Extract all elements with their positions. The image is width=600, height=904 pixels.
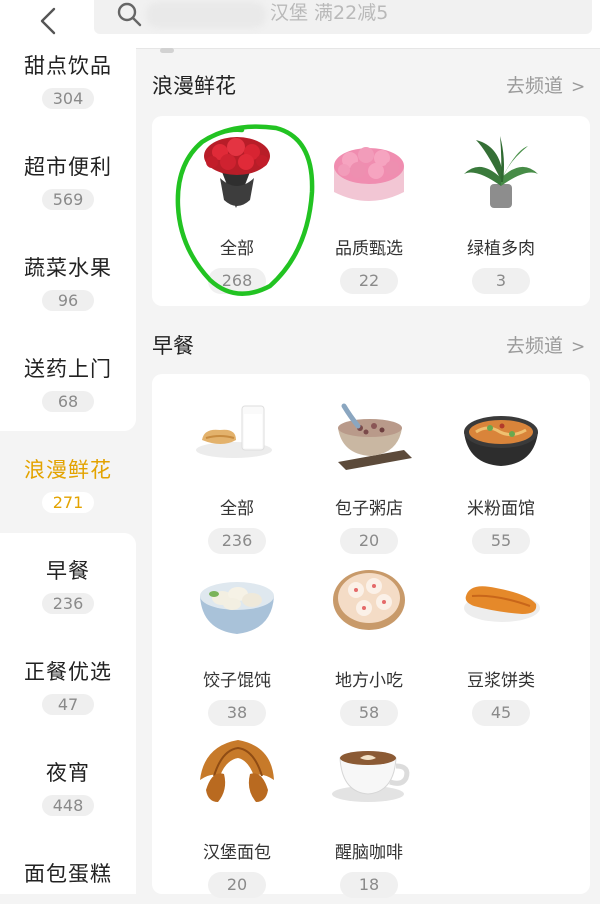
chevron-right-icon: >: [571, 337, 586, 357]
category-tile[interactable]: 汉堡面包 20: [172, 732, 302, 904]
sidebar-item-count: 47: [42, 694, 94, 715]
sidebar-item-label: 正餐优选: [24, 660, 112, 684]
dim-sum-steamer-icon: [333, 570, 405, 630]
sidebar-item-label: 夜宵: [46, 761, 90, 785]
tile-count: 236: [208, 528, 266, 554]
category-tile[interactable]: 醒脑咖啡 18: [304, 732, 434, 904]
section-title-breakfast: 早餐: [152, 334, 194, 358]
tile-count: 20: [340, 528, 398, 554]
tile-count: 38: [208, 700, 266, 726]
blurred-region: [146, 2, 266, 28]
sidebar-item-dessert-drinks[interactable]: 甜点饮品 304: [0, 50, 136, 150]
noodle-bowl-icon: [464, 416, 538, 466]
bread-milk-icon: [196, 405, 272, 458]
sidebar-item-label: 甜点饮品: [24, 54, 112, 78]
sidebar-item-count: 271: [41, 492, 95, 513]
sidebar-item-count: 304: [41, 88, 95, 109]
go-to-channel-label: 去频道: [506, 335, 564, 357]
go-to-channel-link[interactable]: 去频道 >: [506, 331, 585, 358]
section-title-flowers: 浪漫鲜花: [152, 74, 236, 98]
tile-label: 绿植多肉: [467, 239, 535, 259]
go-to-channel-label: 去频道: [506, 75, 564, 97]
category-tile[interactable]: 地方小吃 58: [304, 560, 434, 732]
croissant-icon: [200, 740, 274, 802]
sidebar-item-breakfast[interactable]: 早餐 236: [0, 555, 136, 655]
sidebar-item-count: 569: [41, 189, 95, 210]
tile-count: 58: [340, 700, 398, 726]
dumpling-bowl-icon: [200, 582, 274, 634]
tile-count: 18: [340, 872, 398, 898]
category-tile[interactable]: 品质甄选 22: [304, 128, 434, 300]
tile-count: 45: [472, 700, 530, 726]
category-tile[interactable]: 饺子馄饨 38: [172, 560, 302, 732]
category-sidebar: 甜点饮品 304 超市便利 569 蔬菜水果 96 送药上门 68 浪漫鲜花 2…: [0, 48, 136, 894]
search-placeholder: 汉堡 满22减5: [270, 2, 389, 24]
sidebar-item-bakery[interactable]: 面包蛋糕: [0, 858, 136, 894]
sidebar-item-count: 448: [41, 795, 95, 816]
sidebar-item-supermarket[interactable]: 超市便利 569: [0, 151, 136, 251]
top-bar: 汉堡 满22减5: [0, 0, 600, 53]
search-icon: [117, 2, 142, 27]
tile-count: 55: [472, 528, 530, 554]
tile-label: 品质甄选: [335, 239, 403, 259]
sidebar-item-label: 蔬菜水果: [24, 256, 112, 280]
tile-label: 包子粥店: [335, 499, 403, 519]
sidebar-item-label: 送药上门: [24, 357, 112, 381]
category-tile[interactable]: 包子粥店 20: [304, 388, 434, 560]
sidebar-item-vegetables-fruit[interactable]: 蔬菜水果 96: [0, 252, 136, 352]
flower-box-icon: [334, 147, 404, 201]
scroll-indicator: [160, 48, 174, 53]
back-arrow-icon[interactable]: [34, 6, 64, 36]
tile-label: 饺子馄饨: [203, 671, 271, 691]
tile-count: 22: [340, 268, 398, 294]
annotation-circle: [175, 124, 315, 296]
tile-label: 醒脑咖啡: [335, 843, 403, 863]
fried-dough-icon: [464, 586, 540, 622]
category-tile[interactable]: 全部 236: [172, 388, 302, 560]
tile-label: 豆浆饼类: [467, 671, 535, 691]
sidebar-item-medicine-delivery[interactable]: 送药上门 68: [0, 353, 136, 453]
tile-label: 米粉面馆: [467, 499, 535, 519]
breakfast-card: 全部 236 包子粥店 20 米粉面馆 55 饺子馄饨 38 地方小吃 58 豆…: [152, 374, 590, 898]
sidebar-item-label: 面包蛋糕: [24, 862, 112, 886]
sidebar-item-label: 浪漫鲜花: [24, 458, 112, 482]
sidebar-item-count: 96: [42, 290, 94, 311]
sidebar-item-count: 236: [41, 593, 95, 614]
category-tile[interactable]: 绿植多肉 3: [436, 128, 566, 300]
porridge-bowl-icon: [338, 403, 412, 470]
sidebar-item-romantic-flowers[interactable]: 浪漫鲜花 271: [0, 454, 136, 554]
sidebar-item-label: 超市便利: [24, 155, 112, 179]
go-to-channel-link[interactable]: 去频道 >: [506, 71, 585, 98]
potted-plant-icon: [464, 136, 538, 208]
sidebar-item-count: 68: [42, 391, 94, 412]
chevron-right-icon: >: [571, 77, 586, 97]
category-tile[interactable]: 米粉面馆 55: [436, 388, 566, 560]
sidebar-item-main-meals[interactable]: 正餐优选 47: [0, 656, 136, 756]
tile-label: 全部: [220, 499, 254, 519]
tile-label: 地方小吃: [335, 671, 403, 691]
coffee-cup-icon: [332, 751, 410, 802]
sidebar-item-label: 早餐: [46, 559, 90, 583]
tile-count: 3: [472, 268, 530, 294]
search-bar[interactable]: 汉堡 满22减5: [94, 0, 592, 34]
tile-count: 20: [208, 872, 266, 898]
category-tile[interactable]: 豆浆饼类 45: [436, 560, 566, 732]
sidebar-item-late-night[interactable]: 夜宵 448: [0, 757, 136, 857]
tile-label: 汉堡面包: [203, 843, 271, 863]
